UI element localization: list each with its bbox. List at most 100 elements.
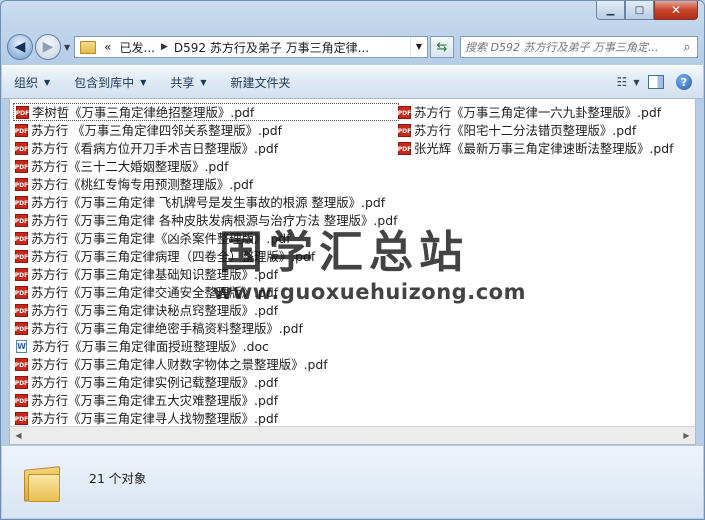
breadcrumb-current-folder[interactable]: D592 苏方行及弟子 万事三角定律... [170, 39, 373, 56]
file-name: 苏方行《万事三角定律诀秘点窍整理版》.pdf [31, 303, 279, 318]
file-item[interactable]: PDF 苏方行《万事三角定律实例记载整理版》.pdf [13, 373, 399, 391]
maximize-button[interactable]: □ [625, 1, 654, 20]
pdf-file-icon: PDF [15, 357, 28, 371]
organize-menu[interactable]: 组织 ▼ [2, 74, 62, 91]
view-options-button[interactable]: ☷ ▼ [616, 72, 640, 92]
back-button[interactable]: ◀ [7, 34, 33, 60]
file-item[interactable]: W 苏方行《万事三角定律面授班整理版》.doc [13, 337, 399, 355]
pdf-file-icon: PDF [15, 123, 28, 137]
minimize-button[interactable]: ▁ [596, 1, 625, 20]
pdf-file-icon: PDF [398, 123, 411, 137]
minimize-icon: ▁ [606, 4, 615, 16]
include-in-library-label: 包含到库中 [74, 75, 135, 90]
file-item[interactable]: PDF 苏方行《万事三角定律 飞机牌号是发生事故的根源 整理版》.pdf [13, 193, 399, 211]
scroll-left-button[interactable]: ◀ [10, 427, 27, 444]
address-dropdown[interactable]: ▼ [410, 37, 427, 57]
file-item[interactable]: PDF 苏方行《阳宅十二分法错页整理版》.pdf [396, 121, 675, 139]
file-item[interactable]: PDF 苏方行《万事三角定律人财数字物体之景整理版》.pdf [13, 355, 399, 373]
file-name: 苏方行《三十二大婚姻整理版》.pdf [31, 159, 229, 174]
address-overflow[interactable]: « [100, 40, 115, 54]
file-name: 苏方行《万事三角定律《凶杀案件整理版》.pdf [31, 231, 291, 246]
new-folder-button[interactable]: 新建文件夹 [219, 74, 303, 91]
file-item[interactable]: PDF 苏方行《万事三角定律一六九卦整理版》.pdf [396, 103, 675, 121]
pdf-file-icon: PDF [16, 105, 29, 119]
share-menu[interactable]: 共享 ▼ [158, 74, 218, 91]
file-item[interactable]: PDF 苏方行 《万事三角定律四邻关系整理版》.pdf [13, 121, 399, 139]
share-label: 共享 [170, 75, 195, 90]
file-name: 苏方行 《万事三角定律四邻关系整理版》.pdf [31, 123, 283, 138]
address-bar[interactable]: « 已发... ▶ D592 苏方行及弟子 万事三角定律... ▼ [74, 36, 428, 58]
file-column-2: PDF 苏方行《万事三角定律一六九卦整理版》.pdf PDF 苏方行《阳宅十二分法错页… [396, 103, 675, 157]
pdf-file-icon: PDF [398, 141, 411, 155]
new-folder-label: 新建文件夹 [230, 75, 291, 90]
file-name: 苏方行《阳宅十二分法错页整理版》.pdf [414, 123, 637, 138]
scroll-right-button[interactable]: ▶ [678, 427, 695, 444]
horizontal-scrollbar[interactable]: ◀ ▶ [10, 426, 695, 444]
preview-pane-button[interactable] [645, 72, 667, 92]
search-icon[interactable]: ⌕ [677, 40, 697, 55]
file-name: 苏方行《桃红专悔专用预测整理版》.pdf [31, 177, 254, 192]
organize-label: 组织 [14, 75, 39, 90]
file-item[interactable]: PDF 苏方行《万事三角定律寻人找物整理版》.pdf [13, 409, 399, 427]
help-button[interactable]: ? [673, 72, 695, 92]
file-name: 李树哲《万事三角定律绝招整理版》.pdf [32, 105, 255, 120]
forward-button[interactable]: ▶ [35, 34, 61, 60]
file-item[interactable]: PDF 苏方行《万事三角定律基础知识整理版》.pdf [13, 265, 399, 283]
file-item[interactable]: PDF 苏方行《万事三角定律交通安全整理版》.pdf [13, 283, 399, 301]
file-item[interactable]: PDF 苏方行《三十二大婚姻整理版》.pdf [13, 157, 399, 175]
pdf-file-icon: PDF [15, 375, 28, 389]
file-name: 苏方行《万事三角定律寻人找物整理版》.pdf [31, 411, 279, 426]
breadcrumb-sent[interactable]: 已发... [116, 39, 159, 56]
file-item[interactable]: PDF 苏方行《看病方位开刀手术吉日整理版》.pdf [13, 139, 399, 157]
file-name: 苏方行《万事三角定律五大灾难整理版》.pdf [31, 393, 279, 408]
file-name: 苏方行《万事三角定律一六九卦整理版》.pdf [414, 105, 662, 120]
close-icon: ✕ [670, 3, 682, 17]
file-name: 苏方行《看病方位开刀手术吉日整理版》.pdf [31, 141, 279, 156]
refresh-button[interactable]: ⇆ [430, 36, 454, 58]
file-item[interactable]: PDF 苏方行《万事三角定律 各种皮肤发病根源与治疗方法 整理版》.pdf [13, 211, 399, 229]
chevron-down-icon: ▼ [633, 77, 640, 87]
details-pane: 21 个对象 [2, 445, 703, 518]
file-name: 苏方行《万事三角定律人财数字物体之景整理版》.pdf [31, 357, 328, 372]
pdf-file-icon: PDF [15, 411, 28, 425]
item-count: 21 个对象 [89, 471, 147, 486]
file-item[interactable]: PDF 苏方行《万事三角定律五大灾难整理版》.pdf [13, 391, 399, 409]
word-document-icon: W [16, 339, 27, 353]
command-bar: 组织 ▼ 包含到库中 ▼ 共享 ▼ 新建文件夹 ☷ ▼ ? [2, 65, 703, 99]
pdf-file-icon: PDF [398, 105, 411, 119]
file-name: 苏方行《万事三角定律绝密手稿资料整理版》.pdf [31, 321, 303, 336]
file-name: 苏方行《万事三角定律面授班整理版》.doc [32, 339, 269, 354]
navigation-bar: ◀ ▶ ▼ « 已发... ▶ D592 苏方行及弟子 万事三角定律... ▼ … [7, 31, 698, 63]
file-item[interactable]: PDF 苏方行《万事三角定律病理（四卷全）整理版》.pdf [13, 247, 399, 265]
recent-pages-dropdown[interactable]: ▼ [64, 43, 70, 52]
pdf-file-icon: PDF [15, 285, 28, 299]
close-button[interactable]: ✕ [654, 1, 698, 20]
pdf-file-icon: PDF [15, 195, 28, 209]
file-item[interactable]: PDF 苏方行《万事三角定律《凶杀案件整理版》.pdf [13, 229, 399, 247]
pdf-file-icon: PDF [15, 249, 28, 263]
pdf-file-icon: PDF [15, 267, 28, 281]
include-in-library-menu[interactable]: 包含到库中 ▼ [62, 74, 158, 91]
back-arrow-icon: ◀ [14, 39, 26, 55]
file-item[interactable]: PDF 李树哲《万事三角定律绝招整理版》.pdf [13, 103, 400, 121]
caption-buttons: ▁ □ ✕ [596, 1, 698, 20]
file-item[interactable]: PDF 苏方行《桃红专悔专用预测整理版》.pdf [13, 175, 399, 193]
maximize-icon: □ [634, 4, 645, 16]
view-list-icon: ☷ [616, 75, 628, 89]
file-name: 苏方行《万事三角定律基础知识整理版》.pdf [31, 267, 279, 282]
refresh-icon: ⇆ [436, 39, 448, 55]
search-input[interactable] [461, 39, 677, 55]
chevron-right-icon[interactable]: ▶ [159, 42, 170, 52]
file-name: 苏方行《万事三角定律 飞机牌号是发生事故的根源 整理版》.pdf [31, 195, 386, 210]
pdf-file-icon: PDF [15, 213, 28, 227]
folder-icon [80, 40, 97, 54]
pdf-file-icon: PDF [15, 177, 28, 191]
file-item[interactable]: PDF 苏方行《万事三角定律诀秘点窍整理版》.pdf [13, 301, 399, 319]
file-name: 苏方行《万事三角定律 各种皮肤发病根源与治疗方法 整理版》.pdf [31, 213, 398, 228]
file-item[interactable]: PDF 张光辉《最新万事三角定律速断法整理版》.pdf [396, 139, 675, 157]
scroll-track[interactable] [27, 428, 678, 443]
search-box[interactable]: ⌕ [460, 36, 698, 58]
file-name: 张光辉《最新万事三角定律速断法整理版》.pdf [414, 141, 674, 156]
file-item[interactable]: PDF 苏方行《万事三角定律绝密手稿资料整理版》.pdf [13, 319, 399, 337]
pdf-file-icon: PDF [15, 321, 28, 335]
